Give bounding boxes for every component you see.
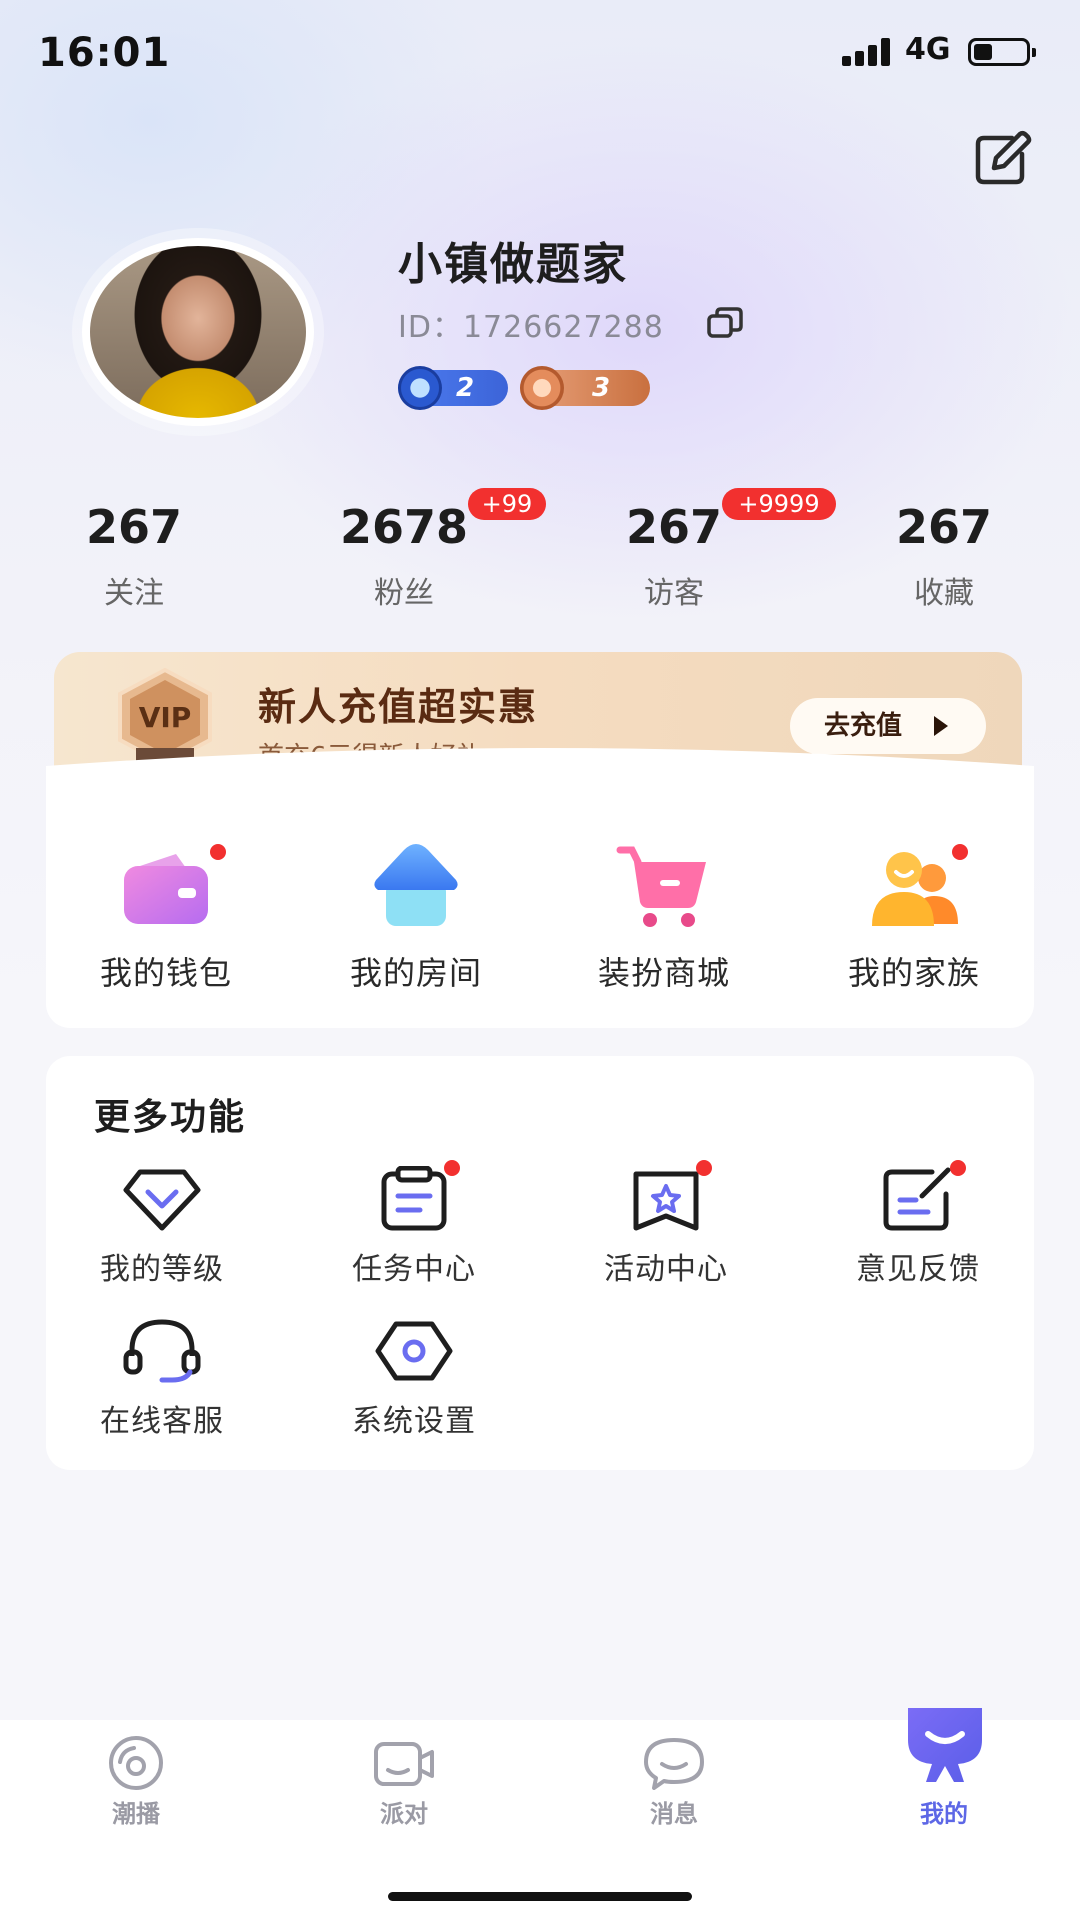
network-type: 4G [905, 32, 951, 67]
fans-count-badge: +99 [468, 488, 546, 520]
clipboard-icon [381, 1166, 447, 1231]
copy-icon[interactable] [706, 306, 744, 340]
quick-action-label: 装扮商城 [597, 954, 730, 992]
play-arrow-icon [934, 716, 948, 736]
tab-chaobo[interactable]: 潮播 [56, 1736, 216, 1829]
signal-icon [842, 38, 894, 66]
star-flag-icon [633, 1171, 699, 1231]
quick-action-shop[interactable]: 装扮商城 [564, 840, 764, 992]
feedback-edit-icon [883, 1167, 951, 1231]
stat-label: 收藏 [914, 576, 974, 611]
function-task-center[interactable]: 任务中心 [314, 1160, 514, 1288]
tab-label: 我的 [920, 1800, 968, 1828]
level-badge-copper: 3 [520, 366, 650, 410]
promo-title: 新人充值超实惠 [258, 685, 539, 729]
quick-action-room[interactable]: 我的房间 [316, 840, 516, 992]
level-badge-value: 3 [592, 373, 611, 403]
tab-label: 派对 [380, 1800, 428, 1828]
card-curve [46, 748, 1034, 800]
stat-value: 267 [895, 500, 993, 554]
notification-dot [952, 844, 968, 860]
stat-value: 267 [85, 500, 183, 554]
tab-label: 消息 [650, 1800, 698, 1828]
function-activity-center[interactable]: 活动中心 [566, 1160, 766, 1288]
visitors-count-badge: +9999 [722, 488, 836, 520]
family-icon [872, 852, 958, 926]
level-badge-blue-icon [398, 366, 442, 410]
function-label: 意见反馈 [856, 1252, 980, 1287]
notification-dot [210, 844, 226, 860]
quick-action-label: 我的房间 [349, 954, 482, 992]
edit-profile-icon[interactable] [972, 130, 1032, 186]
video-camera-icon [374, 1742, 434, 1786]
wallet-icon [124, 854, 208, 924]
quick-action-label: 我的家族 [847, 954, 980, 992]
stat-label: 访客 [644, 576, 704, 611]
function-my-level[interactable]: 我的等级 [62, 1166, 262, 1288]
function-feedback[interactable]: 意见反馈 [818, 1160, 1018, 1288]
quick-action-wallet[interactable]: 我的钱包 [66, 840, 266, 992]
tab-messages[interactable]: 消息 [594, 1736, 754, 1829]
stat-following[interactable]: 267 关注 [34, 500, 234, 612]
stat-label: 粉丝 [374, 576, 434, 611]
user-name: 小镇做题家 [398, 239, 628, 290]
function-label: 我的等级 [100, 1252, 224, 1287]
house-icon [374, 844, 458, 926]
function-customer-service[interactable]: 在线客服 [62, 1318, 262, 1440]
disc-icon [109, 1736, 163, 1790]
level-badge-copper-icon [520, 366, 564, 410]
level-badge-value: 2 [456, 373, 475, 403]
stat-favorites[interactable]: 267 收藏 [844, 500, 1044, 612]
status-bar: 16:01 4G [0, 0, 1080, 110]
function-label: 在线客服 [100, 1404, 224, 1439]
chat-bubble-icon [644, 1738, 704, 1790]
quick-action-family[interactable]: 我的家族 [814, 840, 1014, 992]
notification-dot [696, 1160, 712, 1176]
status-time: 16:01 [38, 30, 171, 76]
stat-label: 关注 [104, 576, 164, 611]
me-face-icon[interactable] [902, 1700, 988, 1786]
function-label: 系统设置 [352, 1404, 476, 1439]
recharge-button-label: 去充值 [824, 711, 903, 741]
avatar[interactable] [82, 238, 314, 426]
tab-label: 潮播 [112, 1800, 160, 1828]
shopping-cart-icon [616, 846, 706, 927]
headset-icon [123, 1319, 201, 1383]
vip-badge-text: VIP [139, 701, 192, 734]
quick-action-label: 我的钱包 [99, 954, 232, 992]
user-id: ID：1726627288 [398, 310, 664, 345]
tab-party[interactable]: 派对 [324, 1736, 484, 1829]
notification-dot [950, 1160, 966, 1176]
diamond-level-icon [123, 1169, 201, 1231]
function-settings[interactable]: 系统设置 [314, 1318, 514, 1440]
function-label: 任务中心 [352, 1252, 476, 1287]
notification-dot [444, 1160, 460, 1176]
level-badge-blue: 2 [398, 366, 508, 410]
battery-icon [968, 38, 1036, 66]
tab-me[interactable]: 我的 [864, 1790, 1024, 1829]
function-label: 活动中心 [604, 1252, 728, 1287]
more-functions-title: 更多功能 [94, 1097, 247, 1138]
settings-hex-icon [375, 1321, 453, 1381]
home-indicator [388, 1892, 692, 1901]
